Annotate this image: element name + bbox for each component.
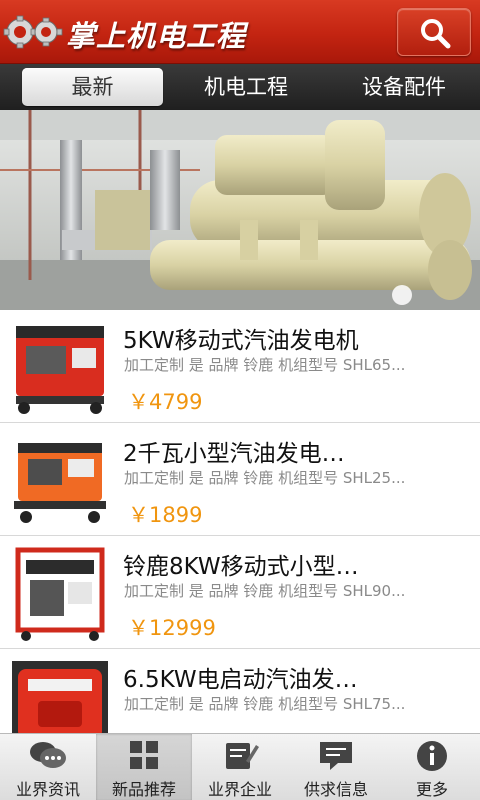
- info-icon: [417, 741, 447, 771]
- banner-slide-indicator: [392, 285, 412, 305]
- product-description: 加工定制 是 品牌 铃鹿 机组型号 SHL75...: [124, 695, 406, 713]
- message-icon: [320, 742, 352, 770]
- app-title: 掌上机电工程: [66, 19, 247, 53]
- product-item[interactable]: 5KW移动式汽油发电机 加工定制 是 品牌 铃鹿 机组型号 SHL65... ￥…: [0, 310, 480, 423]
- nav-label: 更多: [415, 780, 448, 799]
- chat-bubbles-icon: [30, 742, 66, 768]
- product-item[interactable]: 2千瓦小型汽油发电… 加工定制 是 品牌 铃鹿 机组型号 SHL25... ￥1…: [0, 423, 480, 536]
- tab-equipment-parts[interactable]: 设备配件: [334, 68, 474, 106]
- product-description: 加工定制 是 品牌 铃鹿 机组型号 SHL25...: [124, 469, 406, 487]
- search-button[interactable]: [397, 8, 471, 56]
- industrial-machinery-picture: [0, 110, 480, 310]
- product-title: 5KW移动式汽油发电机: [123, 328, 359, 354]
- orange-generator-photo: [14, 443, 106, 523]
- category-tabs: 最新 机电工程 设备配件: [0, 64, 480, 110]
- nav-industry-companies[interactable]: 业界企业: [192, 734, 288, 800]
- tab-latest[interactable]: 最新: [22, 68, 163, 106]
- nav-label: 业界资讯: [15, 780, 80, 799]
- nav-industry-news[interactable]: 业界资讯: [0, 734, 96, 800]
- product-price: ￥1899: [128, 503, 203, 527]
- red-generator-photo: [16, 326, 104, 414]
- product-price: ￥4799: [128, 390, 203, 414]
- banner-image[interactable]: [0, 110, 480, 310]
- red-frame-generator-photo: [15, 547, 105, 641]
- product-description: 加工定制 是 品牌 铃鹿 机组型号 SHL65...: [124, 356, 406, 374]
- nav-label: 业界企业: [207, 780, 272, 799]
- nav-label: 供求信息: [303, 780, 368, 799]
- grid-icon: [130, 741, 158, 769]
- product-title: 6.5KW电启动汽油发…: [123, 667, 358, 693]
- product-price: ￥12999: [128, 616, 216, 640]
- product-description: 加工定制 是 品牌 铃鹿 机组型号 SHL90...: [124, 582, 406, 600]
- product-title: 2千瓦小型汽油发电…: [123, 441, 345, 467]
- product-item[interactable]: 铃鹿8KW移动式小型… 加工定制 是 品牌 铃鹿 机组型号 SHL90... ￥…: [0, 536, 480, 649]
- nav-new-products[interactable]: 新品推荐: [96, 734, 192, 800]
- nav-more[interactable]: 更多: [384, 734, 480, 800]
- gears-logo-icon: [3, 15, 63, 49]
- tab-electromechanical[interactable]: 机电工程: [176, 68, 316, 106]
- app-header: 掌上机电工程: [0, 0, 480, 64]
- product-title: 铃鹿8KW移动式小型…: [123, 554, 359, 580]
- nav-supply-demand[interactable]: 供求信息: [288, 734, 384, 800]
- bottom-navigation: 业界资讯 新品推荐 业界企业 供求信息 更多: [0, 733, 480, 800]
- edit-icon: [226, 743, 259, 769]
- nav-label: 新品推荐: [111, 780, 176, 799]
- search-icon: [421, 19, 451, 49]
